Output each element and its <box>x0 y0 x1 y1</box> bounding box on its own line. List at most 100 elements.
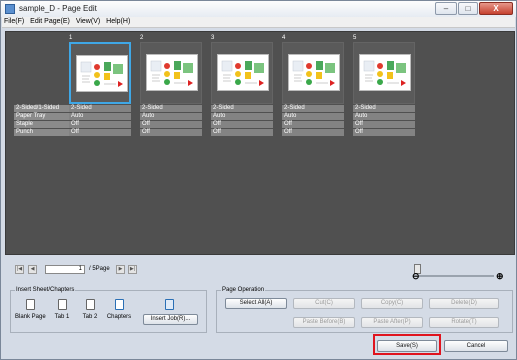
page-preview-graphic <box>363 60 406 86</box>
page-number: 4 <box>282 35 286 41</box>
menu-view[interactable]: View(V) <box>74 17 102 27</box>
staple-value: Off <box>353 121 415 128</box>
page-settings: 2-Sided Auto Off Off <box>211 105 273 137</box>
label-staple: Staple <box>14 121 70 128</box>
last-page-button[interactable]: ▶| <box>128 265 137 274</box>
title-bar: sample_D - Page Edit – □ X <box>1 1 516 17</box>
setting-labels: 2-Sided/1-Sided Paper Tray Staple Punch <box>14 105 70 137</box>
app-icon <box>5 4 15 14</box>
blank-page-icon <box>25 299 35 310</box>
menu-help[interactable]: Help(H) <box>104 17 132 27</box>
zoom-out-icon[interactable]: ⊖ <box>412 271 420 282</box>
page-number: 3 <box>211 35 215 41</box>
page-preview <box>359 54 411 91</box>
page-frame[interactable] <box>282 42 344 104</box>
paste-after-button[interactable]: Paste After(P) <box>361 317 423 328</box>
chapters-button[interactable]: Chapters <box>105 299 133 320</box>
zoom-slider-track[interactable] <box>419 275 494 277</box>
insert-job-button[interactable]: Insert Job(R)... <box>143 314 198 325</box>
minimize-button[interactable]: – <box>435 2 457 15</box>
cut-button[interactable]: Cut(C) <box>293 298 355 309</box>
page-thumbnail[interactable]: 5 2-Sided Auto Off Off <box>353 35 415 136</box>
page-preview <box>288 54 340 91</box>
page-thumbnail[interactable]: 2 2-Sided Auto Off Off <box>140 35 202 136</box>
page-number-input[interactable]: 1 <box>45 265 85 274</box>
staple-value: Off <box>140 121 202 128</box>
page-number: 5 <box>353 35 357 41</box>
page-settings: 2-Sided Auto Off Off <box>353 105 415 137</box>
select-all-button[interactable]: Select All(A) <box>225 298 287 309</box>
paper-tray-value: Auto <box>140 113 202 120</box>
copy-button[interactable]: Copy(C) <box>361 298 423 309</box>
page-preview-graphic <box>221 60 264 86</box>
sided-value: 2-Sided <box>282 105 344 112</box>
page-preview-graphic <box>292 60 335 86</box>
page-settings: 2-Sided Auto Off Off <box>282 105 344 137</box>
sided-value: 2-Sided <box>69 105 131 112</box>
punch-value: Off <box>69 129 131 136</box>
punch-value: Off <box>282 129 344 136</box>
rotate-button[interactable]: Rotate(T) <box>429 317 499 328</box>
label-paper-tray: Paper Tray <box>14 113 70 120</box>
page-thumbnail[interactable]: 4 2-Sided Auto Off Off <box>282 35 344 136</box>
tab1-label: Tab 1 <box>54 314 70 320</box>
page-frame[interactable] <box>69 42 131 104</box>
prev-page-button[interactable]: ◀ <box>28 265 37 274</box>
staple-value: Off <box>69 121 131 128</box>
page-edit-window: sample_D - Page Edit – □ X File(F) Edit … <box>0 0 517 360</box>
insert-sheet-legend: Insert Sheet/Chapters <box>16 287 75 293</box>
page-preview-graphic <box>150 60 193 86</box>
page-operation-legend: Page Operation <box>222 287 265 293</box>
insert-job-icon <box>161 299 177 310</box>
staple-value: Off <box>282 121 344 128</box>
punch-value: Off <box>353 129 415 136</box>
tab1-button[interactable]: Tab 1 <box>51 299 73 320</box>
paper-tray-value: Auto <box>282 113 344 120</box>
page-total: / 5Page <box>89 266 110 272</box>
paper-tray-value: Auto <box>211 113 273 120</box>
paste-before-button[interactable]: Paste Before(B) <box>293 317 355 328</box>
cancel-button[interactable]: Cancel <box>444 340 508 352</box>
tab2-label: Tab 2 <box>82 314 98 320</box>
tab2-icon <box>85 299 95 310</box>
page-settings: 2-Sided Auto Off Off <box>140 105 202 137</box>
page-number: 2 <box>140 35 144 41</box>
save-button[interactable]: Save(S) <box>377 340 437 352</box>
delete-button[interactable]: Delete(D) <box>429 298 499 309</box>
label-punch: Punch <box>14 129 70 136</box>
zoom-in-icon[interactable]: ⊕ <box>496 271 504 282</box>
page-settings: 2-Sided Auto Off Off <box>69 105 131 137</box>
page-thumbnail[interactable]: 1 2-Sided Auto Off Off <box>69 35 131 136</box>
menu-file[interactable]: File(F) <box>2 17 26 27</box>
page-preview <box>146 54 198 91</box>
window-title: sample_D - Page Edit <box>19 4 97 13</box>
staple-value: Off <box>211 121 273 128</box>
page-frame[interactable] <box>140 42 202 104</box>
paper-tray-value: Auto <box>69 113 131 120</box>
page-preview <box>76 55 128 92</box>
blank-page-button[interactable]: Blank Page <box>15 299 46 320</box>
next-page-button[interactable]: ▶ <box>116 265 125 274</box>
chapters-label: Chapters <box>106 314 132 320</box>
page-canvas: 2-Sided/1-Sided Paper Tray Staple Punch … <box>5 31 515 255</box>
menu-bar: File(F) Edit Page(E) View(V) Help(H) <box>2 17 515 28</box>
page-frame[interactable] <box>211 42 273 104</box>
page-frame[interactable] <box>353 42 415 104</box>
page-number: 1 <box>69 35 73 41</box>
tab1-icon <box>57 299 67 310</box>
sided-value: 2-Sided <box>140 105 202 112</box>
sided-value: 2-Sided <box>211 105 273 112</box>
sided-value: 2-Sided <box>353 105 415 112</box>
chapters-icon <box>114 299 124 310</box>
menu-edit-page[interactable]: Edit Page(E) <box>28 17 72 27</box>
page-thumbnail[interactable]: 3 2-Sided Auto Off Off <box>211 35 273 136</box>
page-preview-graphic <box>80 61 123 87</box>
paper-tray-value: Auto <box>353 113 415 120</box>
punch-value: Off <box>211 129 273 136</box>
maximize-button[interactable]: □ <box>458 2 478 15</box>
close-button[interactable]: X <box>479 2 513 15</box>
first-page-button[interactable]: |◀ <box>15 265 24 274</box>
tab2-button[interactable]: Tab 2 <box>79 299 101 320</box>
label-sided: 2-Sided/1-Sided <box>14 105 70 112</box>
page-preview <box>217 54 269 91</box>
